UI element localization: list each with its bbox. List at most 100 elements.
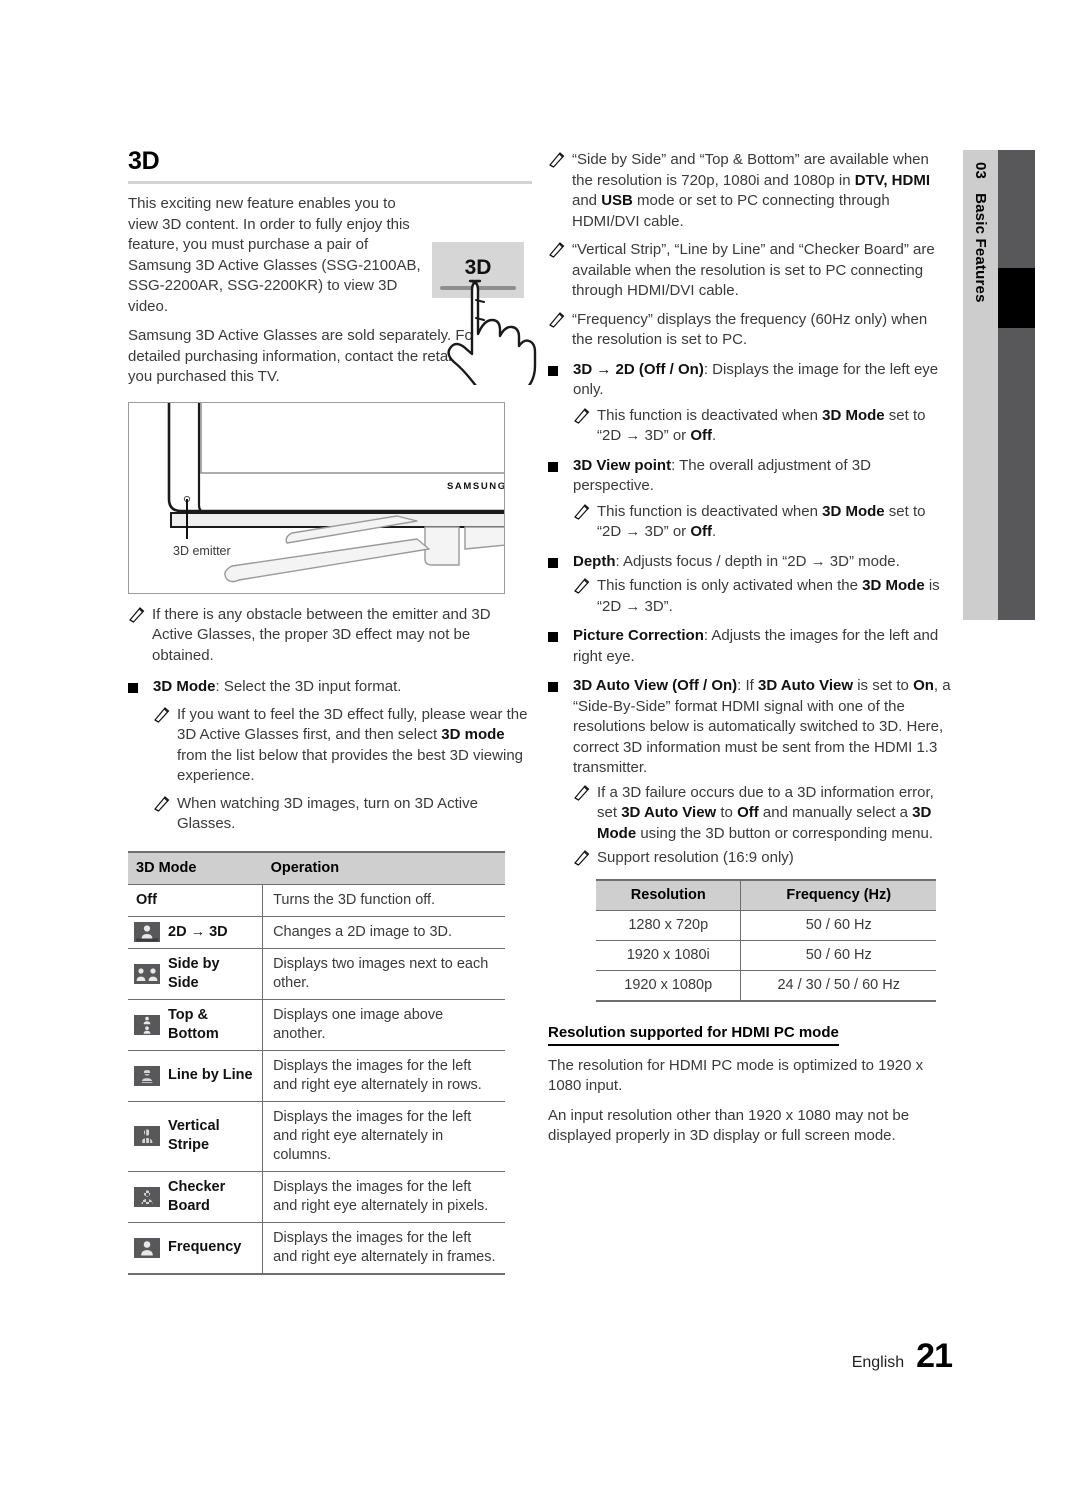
tv-illustration: SAMSUNG 3D emitter <box>167 402 505 583</box>
bullet-3d-auto-view-text: 3D Auto View (Off / On): If 3D Auto View… <box>573 676 952 779</box>
note-vertical-strip: “Vertical Strip”, “Line by Line” and “Ch… <box>548 240 952 302</box>
note-wear-bold: 3D mode <box>441 726 505 744</box>
mode-icon-cell <box>128 1221 164 1275</box>
table-row: Line by Line Displays the images for the… <box>128 1049 505 1102</box>
table-row: Vertical Stripe Displays the images for … <box>128 1100 505 1172</box>
table-header-row: 3D Mode Operation <box>128 850 505 885</box>
note-pencil-icon <box>573 783 597 845</box>
term-3d-to-2d: 3D → 2D (Off / On) <box>573 360 704 378</box>
side-by-side-icon <box>134 963 160 984</box>
note-pencil-icon <box>153 705 177 787</box>
mode-operation: Displays the images for the left and rig… <box>262 1221 505 1275</box>
intro-paragraph-1: This exciting new feature enables you to… <box>128 195 421 315</box>
deact2-bold2: Off <box>690 523 713 540</box>
intro-block: 3D This exciting new feature enables you… <box>128 194 537 397</box>
bullet-picture-correction: Picture Correction: Adjusts the images f… <box>548 626 952 667</box>
footer-page-number: 21 <box>916 1337 953 1375</box>
right-column: “Side by Side” and “Top & Bottom” are av… <box>548 150 952 1147</box>
sbs-bold1: DTV, HDMI <box>854 171 931 189</box>
table-row: 1280 x 720p 50 / 60 Hz <box>596 909 936 941</box>
note-wear-glasses: If you want to feel the 3D effect fully,… <box>153 705 532 787</box>
note-pencil-icon <box>548 240 572 302</box>
chapter-side-tab: 03 Basic Features <box>963 150 1035 620</box>
title-rule <box>128 181 532 185</box>
emitter-callout-label: 3D emitter <box>173 544 231 558</box>
mode-operation-off: Turns the 3D function off. <box>262 883 505 917</box>
mode-icon-cell <box>128 1170 164 1223</box>
mode-icon-cell <box>128 998 164 1051</box>
mode-name: Top & Bottom <box>164 998 264 1051</box>
side-tab-text: 03 Basic Features <box>963 150 998 620</box>
deact2-part1: This function is deactivated when <box>597 502 823 520</box>
table-row: Off Turns the 3D function off. <box>128 883 505 917</box>
sbs-bold2: USB <box>601 192 633 209</box>
tv-brand-label: SAMSUNG <box>447 481 505 492</box>
note-vertical-strip-text: “Vertical Strip”, “Line by Line” and “Ch… <box>572 241 935 299</box>
table-row: Checker Board Displays the images for th… <box>128 1170 505 1223</box>
note-wear-part2: from the list below that provides the be… <box>177 746 524 785</box>
note-deactivated-1: This function is deactivated when 3D Mod… <box>573 406 952 447</box>
top-bottom-icon <box>134 1014 160 1035</box>
mode-icon-cell <box>128 915 164 949</box>
square-bullet-icon <box>548 552 573 573</box>
square-bullet-icon <box>548 456 573 497</box>
table-row: Side by Side Displays two images next to… <box>128 947 505 1000</box>
deact1-bold2: Off <box>690 427 713 444</box>
bullet-3d-to-2d: 3D → 2D (Off / On): Displays the image f… <box>548 360 952 401</box>
mode-operation: Displays one image above another. <box>262 998 505 1051</box>
mode-name: Line by Line <box>164 1049 264 1102</box>
note-side-by-side: “Side by Side” and “Top & Bottom” are av… <box>548 150 952 232</box>
side-tab-dark-band <box>998 150 1035 620</box>
note-support-resolution-text: Support resolution (16:9 only) <box>597 849 794 866</box>
note-pencil-icon <box>573 576 597 617</box>
fail-bold1: 3D Auto View <box>621 804 717 821</box>
bullet-3d-view-point: 3D View point: The overall adjustment of… <box>548 456 952 497</box>
frequency-value: 50 / 60 Hz <box>740 939 936 971</box>
deact1-bold1: 3D Mode <box>822 406 885 424</box>
mode-operation: Displays the images for the left and rig… <box>262 1049 505 1102</box>
fail-bold2: Off <box>737 804 759 821</box>
note-pencil-icon <box>573 502 597 543</box>
chapter-number: 03 <box>972 162 989 180</box>
av-bold2: On <box>913 677 934 694</box>
note-pencil-icon <box>573 406 597 447</box>
onlyact-part1: This function is only activated when the <box>597 577 863 594</box>
square-bullet-icon <box>548 360 573 401</box>
sbs-part2: and <box>572 192 602 209</box>
mode-name: Frequency <box>164 1221 264 1275</box>
three-d-button-illustration: 3D <box>426 240 538 397</box>
deact2-bold1: 3D Mode <box>822 502 885 520</box>
note-pencil-icon <box>573 848 597 869</box>
bullet-depth-text: Depth: Adjusts focus / depth in “2D → 3D… <box>573 552 952 573</box>
chapter-title: Basic Features <box>972 193 989 303</box>
fail-part4: using the 3D button or corresponding men… <box>636 824 934 842</box>
tv-emitter-figure: SAMSUNG 3D emitter <box>128 401 505 594</box>
mode-name: Checker Board <box>164 1170 264 1223</box>
note-wear-glasses-text: If you want to feel the 3D effect fully,… <box>177 705 532 787</box>
three-d-mode-table: 3D Mode Operation Off Turns the 3D funct… <box>128 850 505 1275</box>
2d-to-3d-icon <box>134 922 160 943</box>
square-bullet-icon <box>128 677 153 698</box>
square-bullet-icon <box>548 676 573 779</box>
page-title: 3D <box>128 147 160 175</box>
desc-depth: : Adjusts focus / depth in “2D → 3D” mod… <box>615 552 900 570</box>
note-pencil-icon <box>153 794 177 835</box>
mode-icon-cell <box>128 1100 164 1172</box>
note-3d-failure: If a 3D failure occurs due to a 3D infor… <box>573 783 952 845</box>
note-frequency-text: “Frequency” displays the frequency (60Hz… <box>572 310 928 349</box>
bullet-3d-auto-view: 3D Auto View (Off / On): If 3D Auto View… <box>548 676 952 779</box>
av-bold1: 3D Auto View <box>758 677 854 694</box>
side-tab-chapter-marker <box>998 268 1035 328</box>
footer-language: English <box>851 1354 905 1371</box>
mode-icon-cell <box>128 1049 164 1102</box>
bullet-3d-mode-text: 3D Mode: Select the 3D input format. <box>153 677 532 698</box>
bullet-3d-mode-block: 3D Mode: Select the 3D input format. If … <box>128 677 532 835</box>
col-header-resolution: Resolution <box>596 878 742 911</box>
mode-icon-cell <box>128 947 164 1000</box>
svg-text:3D: 3D <box>465 256 492 279</box>
deact1-part1: This function is deactivated when <box>597 406 823 424</box>
table-header-row: Resolution Frequency (Hz) <box>596 878 936 911</box>
av-part1: : If <box>737 677 759 694</box>
note-obstacle: If there is any obstacle between the emi… <box>128 605 532 667</box>
table-row: 2D → 3D Changes a 2D image to 3D. <box>128 915 505 949</box>
